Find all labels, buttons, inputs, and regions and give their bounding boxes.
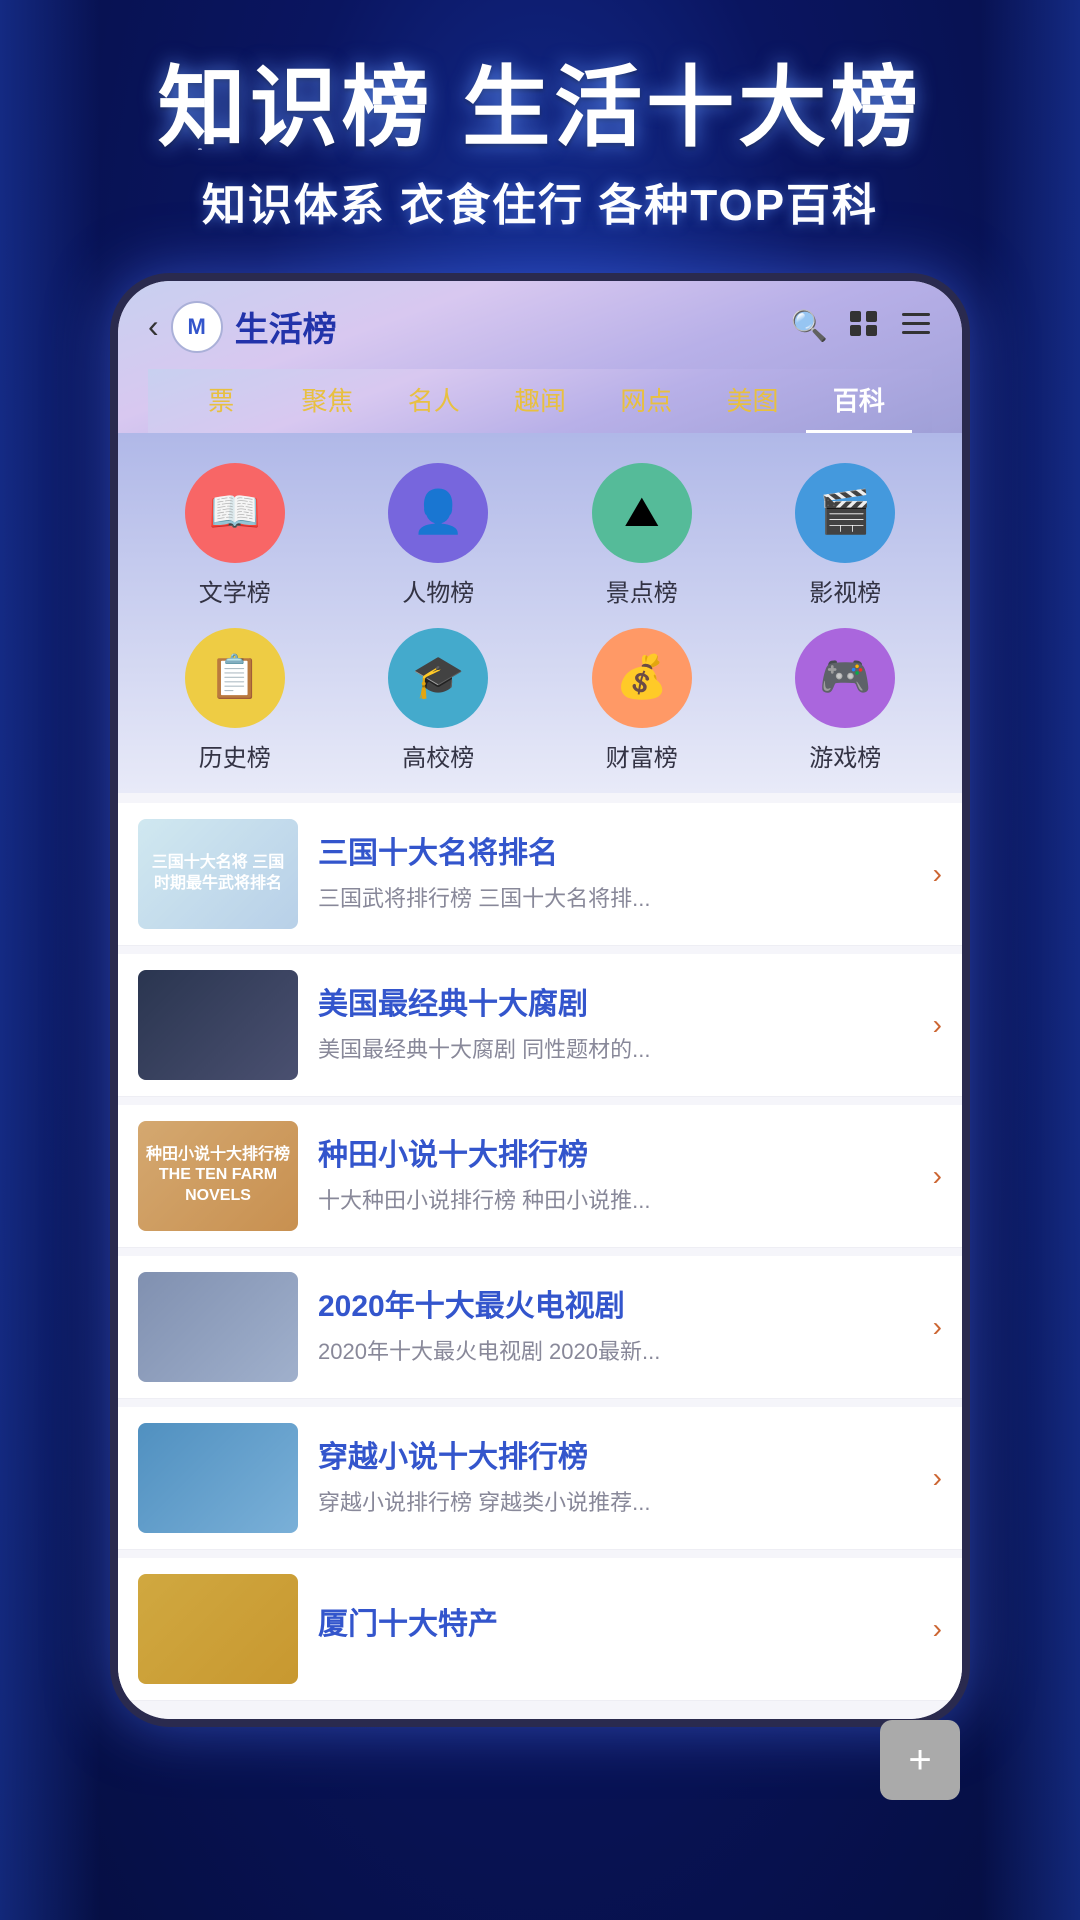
category-grid: 📖 文学榜 👤 人物榜 ⛰ 景点榜 🎬 影视榜 📋 历史榜 🎓 高校榜 💰 财富榜 🎮 游戏榜 bbox=[138, 463, 942, 773]
history-icon: 📋 bbox=[185, 628, 285, 728]
list-arrow-item2: › bbox=[933, 1009, 942, 1041]
literature-label: 文学榜 bbox=[199, 573, 271, 608]
list-arrow-item3: › bbox=[933, 1160, 942, 1192]
attractions-icon: ⛰ bbox=[592, 463, 692, 563]
list-desc-item4: 2020年十大最火电视剧 2020最新... bbox=[318, 1334, 923, 1366]
category-item-university[interactable]: 🎓 高校榜 bbox=[342, 628, 536, 773]
phone-inner: ‹ M 生活榜 🔍 bbox=[118, 281, 962, 1719]
history-label: 历史榜 bbox=[199, 738, 271, 773]
wealth-icon: 💰 bbox=[592, 628, 692, 728]
category-item-literature[interactable]: 📖 文学榜 bbox=[138, 463, 332, 608]
people-icon: 👤 bbox=[388, 463, 488, 563]
list-item-item1[interactable]: 三国十大名将 三国时期最牛武将排名三国十大名将排名三国武将排行榜 三国十大名将排… bbox=[118, 803, 962, 946]
hero-section: 知识榜 生活十大榜 知识体系 衣食住行 各种TOP百科 bbox=[0, 0, 1080, 273]
games-icon: 🎮 bbox=[795, 628, 895, 728]
list-content-item1: 三国十大名将排名三国武将排行榜 三国十大名将排... bbox=[318, 834, 923, 913]
list-section: 三国十大名将 三国时期最牛武将排名三国十大名将排名三国武将排行榜 三国十大名将排… bbox=[118, 793, 962, 1719]
tab-美图[interactable]: 美图 bbox=[699, 373, 805, 433]
list-content-item4: 2020年十大最火电视剧 2020年十大最火电视剧 2020最新... bbox=[318, 1287, 923, 1366]
list-title-item6: 厦门十大特产 bbox=[318, 1605, 923, 1644]
tab-百科[interactable]: 百科 bbox=[806, 373, 912, 433]
list-arrow-item5: › bbox=[933, 1462, 942, 1494]
list-desc-item1: 三国武将排行榜 三国十大名将排... bbox=[318, 881, 923, 913]
attractions-label: 景点榜 bbox=[606, 573, 678, 608]
hero-title: 知识榜 生活十大榜 bbox=[0, 60, 1080, 157]
list-thumb-item3: 种田小说十大排行榜 THE TEN FARM NOVELS bbox=[138, 1121, 298, 1231]
list-desc-item3: 十大种田小说排行榜 种田小说推... bbox=[318, 1183, 923, 1215]
category-item-attractions[interactable]: ⛰ 景点榜 bbox=[545, 463, 739, 608]
list-thumb-item2 bbox=[138, 970, 298, 1080]
tab-趣闻[interactable]: 趣闻 bbox=[487, 373, 593, 433]
phone-frame: ‹ M 生活榜 🔍 bbox=[110, 273, 970, 1727]
literature-icon: 📖 bbox=[185, 463, 285, 563]
back-button[interactable]: ‹ bbox=[148, 308, 159, 345]
tab-聚焦[interactable]: 聚焦 bbox=[274, 373, 380, 433]
category-item-history[interactable]: 📋 历史榜 bbox=[138, 628, 332, 773]
nav-left: ‹ M 生活榜 bbox=[148, 301, 337, 353]
list-thumb-item5 bbox=[138, 1423, 298, 1533]
tab-名人[interactable]: 名人 bbox=[381, 373, 487, 433]
nav-row: ‹ M 生活榜 🔍 bbox=[148, 301, 932, 369]
list-item-item4[interactable]: 2020年十大最火电视剧 2020年十大最火电视剧 2020最新... › bbox=[118, 1256, 962, 1399]
nav-title: 生活榜 bbox=[235, 302, 337, 351]
category-item-people[interactable]: 👤 人物榜 bbox=[342, 463, 536, 608]
list-content-item5: 穿越小说十大排行榜穿越小说排行榜 穿越类小说推荐... bbox=[318, 1438, 923, 1517]
list-desc-item2: 美国最经典十大腐剧 同性题材的... bbox=[318, 1032, 923, 1064]
people-label: 人物榜 bbox=[402, 573, 474, 608]
list-arrow-item6: › bbox=[933, 1613, 942, 1645]
grid-icon[interactable] bbox=[848, 309, 880, 345]
menu-icon[interactable] bbox=[900, 309, 932, 345]
university-label: 高校榜 bbox=[402, 738, 474, 773]
list-content-item6: 厦门十大特产 bbox=[318, 1605, 923, 1652]
film-icon: 🎬 bbox=[795, 463, 895, 563]
hero-subtitle: 知识体系 衣食住行 各种TOP百科 bbox=[0, 169, 1080, 233]
university-icon: 🎓 bbox=[388, 628, 488, 728]
tab-网点[interactable]: 网点 bbox=[593, 373, 699, 433]
list-title-item2: 美国最经典十大腐剧 bbox=[318, 985, 923, 1024]
list-title-item5: 穿越小说十大排行榜 bbox=[318, 1438, 923, 1477]
top-bar: ‹ M 生活榜 🔍 bbox=[118, 281, 962, 433]
list-desc-item5: 穿越小说排行榜 穿越类小说推荐... bbox=[318, 1485, 923, 1517]
list-arrow-item4: › bbox=[933, 1311, 942, 1343]
category-section: 📖 文学榜 👤 人物榜 ⛰ 景点榜 🎬 影视榜 📋 历史榜 🎓 高校榜 💰 财富榜 🎮 游戏榜 bbox=[118, 433, 962, 793]
fab-button[interactable]: + bbox=[880, 1720, 960, 1800]
wealth-label: 财富榜 bbox=[606, 738, 678, 773]
tab-bar: 票聚焦名人趣闻网点美图百科 bbox=[148, 369, 932, 433]
list-title-item3: 种田小说十大排行榜 bbox=[318, 1136, 923, 1175]
games-label: 游戏榜 bbox=[809, 738, 881, 773]
search-icon[interactable]: 🔍 bbox=[791, 309, 828, 344]
list-item-item6[interactable]: 厦门十大特产 › bbox=[118, 1558, 962, 1701]
film-label: 影视榜 bbox=[809, 573, 881, 608]
list-thumb-item1: 三国十大名将 三国时期最牛武将排名 bbox=[138, 819, 298, 929]
category-item-wealth[interactable]: 💰 财富榜 bbox=[545, 628, 739, 773]
nav-logo: M bbox=[171, 301, 223, 353]
list-item-item5[interactable]: 穿越小说十大排行榜穿越小说排行榜 穿越类小说推荐... › bbox=[118, 1407, 962, 1550]
list-thumb-item4 bbox=[138, 1272, 298, 1382]
list-title-item4: 2020年十大最火电视剧 bbox=[318, 1287, 923, 1326]
category-item-games[interactable]: 🎮 游戏榜 bbox=[749, 628, 943, 773]
list-item-item3[interactable]: 种田小说十大排行榜 THE TEN FARM NOVELS 种田小说十大排行榜十大… bbox=[118, 1105, 962, 1248]
tab-票[interactable]: 票 bbox=[168, 373, 274, 433]
list-content-item2: 美国最经典十大腐剧美国最经典十大腐剧 同性题材的... bbox=[318, 985, 923, 1064]
list-thumb-item6 bbox=[138, 1574, 298, 1684]
list-title-item1: 三国十大名将排名 bbox=[318, 834, 923, 873]
list-arrow-item1: › bbox=[933, 858, 942, 890]
nav-right: 🔍 bbox=[791, 309, 932, 345]
list-item-item2[interactable]: 美国最经典十大腐剧美国最经典十大腐剧 同性题材的... › bbox=[118, 954, 962, 1097]
category-item-film[interactable]: 🎬 影视榜 bbox=[749, 463, 943, 608]
list-content-item3: 种田小说十大排行榜十大种田小说排行榜 种田小说推... bbox=[318, 1136, 923, 1215]
